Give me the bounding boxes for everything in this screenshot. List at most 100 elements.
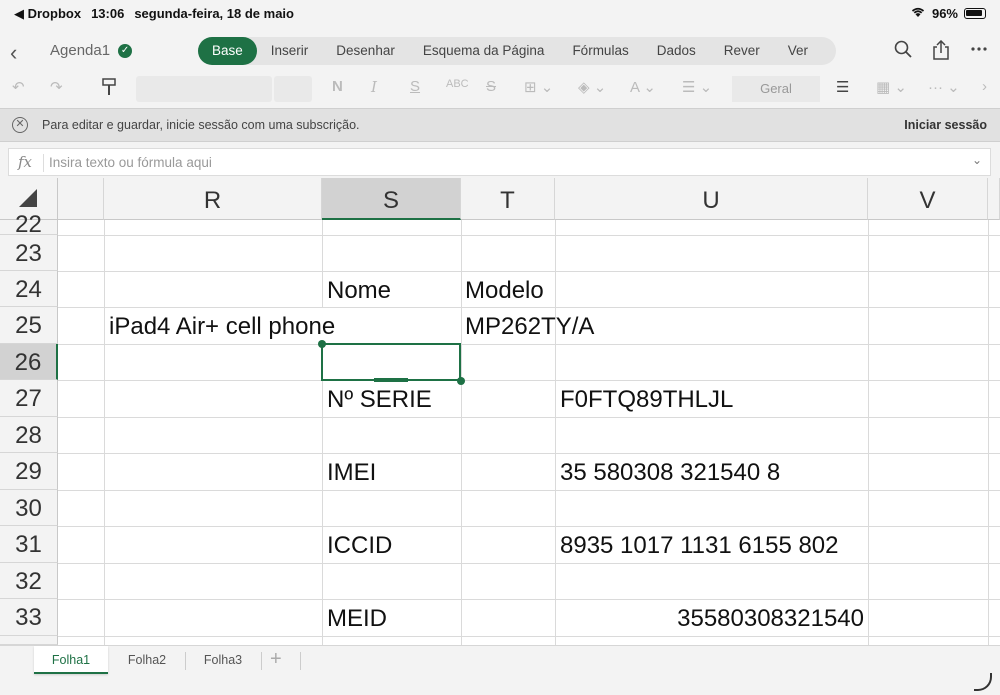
cell-s27[interactable]: Nº SERIE	[327, 382, 432, 418]
column-header-u[interactable]: U	[555, 178, 868, 220]
formula-bar[interactable]: fx Insira texto ou fórmula aqui ⌄	[8, 148, 991, 176]
selection-handle-bottom-right[interactable]	[457, 377, 465, 385]
formula-input[interactable]: Insira texto ou fórmula aqui	[49, 155, 212, 170]
cell-u33[interactable]: 35580308321540	[560, 601, 864, 637]
back-to-app-link[interactable]: ◀ Dropbox	[14, 6, 81, 22]
undo-icon[interactable]: ↶	[12, 78, 25, 96]
sheet-tab-folha1[interactable]: Folha1	[34, 646, 108, 674]
cell-u29[interactable]: 35 580308 321540 8	[560, 455, 780, 491]
column-header-t[interactable]: T	[461, 178, 555, 220]
notice-message: Para editar e guardar, inicie sessão com…	[42, 118, 360, 132]
font-size-box[interactable]	[274, 76, 312, 102]
bold-icon[interactable]: N	[332, 78, 343, 95]
gridline	[555, 220, 556, 645]
gridline	[58, 417, 1000, 418]
borders-icon[interactable]: ABC	[446, 78, 469, 90]
gridline	[58, 235, 1000, 236]
cell-r25[interactable]: iPad4 Air+ cell phone	[109, 309, 335, 345]
row-header-22[interactable]: 22	[0, 213, 58, 237]
row-header-28[interactable]: 28	[0, 417, 58, 453]
sheet-tab-folha3[interactable]: Folha3	[186, 646, 260, 674]
tab-desenhar[interactable]: Desenhar	[322, 37, 409, 65]
gridline	[461, 220, 462, 645]
cell-borders-icon[interactable]: ⊞ ⌄	[524, 78, 553, 96]
function-icon[interactable]: fx	[18, 153, 32, 171]
row-header-25[interactable]: 25	[0, 307, 58, 344]
tab-base[interactable]: Base	[198, 37, 257, 65]
wifi-icon	[910, 6, 926, 21]
number-format-box[interactable]: Geral	[732, 76, 820, 102]
strikethrough-icon[interactable]: S	[486, 78, 496, 95]
row-header-32[interactable]: 32	[0, 563, 58, 599]
close-notice-icon[interactable]: ✕	[12, 117, 28, 133]
tab-esquema-da-pagina[interactable]: Esquema da Página	[409, 37, 559, 65]
column-header-s[interactable]: S	[322, 178, 461, 220]
cell-u31[interactable]: 8935 1017 1131 6155 802	[560, 528, 839, 564]
tab-formulas[interactable]: Fórmulas	[558, 37, 642, 65]
ribbon-tabs: Base Inserir Desenhar Esquema da Página …	[198, 37, 837, 65]
row-header-29[interactable]: 29	[0, 453, 58, 490]
align-icon[interactable]: ☰ ⌄	[682, 78, 712, 96]
more-options-icon[interactable]	[970, 40, 988, 65]
format-painter-icon[interactable]	[102, 78, 116, 100]
row-header-30[interactable]: 30	[0, 490, 58, 526]
redo-icon[interactable]: ↷	[50, 78, 63, 96]
column-header-r[interactable]: R	[104, 178, 322, 220]
cell-s31[interactable]: ICCID	[327, 528, 392, 564]
add-sheet-button[interactable]: +	[270, 648, 282, 671]
gridline	[58, 271, 1000, 272]
row-header-24[interactable]: 24	[0, 271, 58, 307]
search-icon[interactable]	[894, 40, 912, 65]
document-title: Agenda1	[50, 42, 111, 59]
saved-check-icon[interactable]: ✓	[118, 43, 133, 58]
cell-s33[interactable]: MEID	[327, 601, 387, 637]
tab-rever[interactable]: Rever	[710, 37, 774, 65]
sheet-divider	[300, 652, 301, 670]
gridline	[58, 599, 1000, 600]
battery-percent: 96%	[931, 6, 958, 21]
sheet-tab-folha2[interactable]: Folha2	[110, 646, 184, 674]
gridline	[58, 490, 1000, 491]
row-header-31[interactable]: 31	[0, 526, 58, 563]
cell-s24[interactable]: Nome	[327, 273, 391, 309]
selection-drag-bar[interactable]	[374, 378, 408, 382]
font-color-icon[interactable]: A ⌄	[630, 78, 656, 96]
chevron-down-icon[interactable]: ⌄	[972, 153, 982, 167]
tab-dados[interactable]: Dados	[643, 37, 710, 65]
row-header-34[interactable]	[0, 636, 58, 645]
share-icon[interactable]	[932, 39, 950, 65]
gridline	[58, 380, 1000, 381]
italic-icon[interactable]: I	[371, 78, 377, 96]
column-header-v[interactable]: V	[868, 178, 988, 220]
gridline	[58, 453, 1000, 454]
underline-icon[interactable]: S	[410, 78, 420, 95]
subscription-notice: ✕ Para editar e guardar, inicie sessão c…	[0, 108, 1000, 142]
spreadsheet-grid[interactable]: R S T U V 22 23 24 25 26 27 28 29 30 31 …	[0, 178, 1000, 645]
row-header-23[interactable]: 23	[0, 235, 58, 271]
gridline	[58, 563, 1000, 564]
row-header-33[interactable]: 33	[0, 599, 58, 636]
selection-handle-top-left[interactable]	[318, 340, 326, 348]
cell-t25[interactable]: MP262TY/A	[465, 309, 594, 345]
gridline	[322, 220, 323, 645]
cell-u27[interactable]: F0FTQ89THLJL	[560, 382, 733, 418]
selected-cell-s26[interactable]	[321, 343, 461, 381]
more-toolbar-icon[interactable]: ··· ⌄	[928, 78, 960, 96]
font-name-box[interactable]	[136, 76, 272, 102]
column-header-w[interactable]	[988, 178, 1000, 220]
toolbar-overflow-icon[interactable]: ›	[982, 78, 987, 95]
tab-ver[interactable]: Ver	[774, 37, 822, 65]
wrap-text-icon[interactable]: ☰	[836, 78, 849, 96]
back-chevron-icon[interactable]: ‹	[10, 40, 17, 66]
column-header-q[interactable]	[58, 178, 104, 220]
conditional-format-icon[interactable]: ▦ ⌄	[876, 78, 907, 96]
tab-inserir[interactable]: Inserir	[257, 37, 323, 65]
row-header-26[interactable]: 26	[0, 344, 58, 380]
cell-s29[interactable]: IMEI	[327, 455, 376, 491]
signin-button[interactable]: Iniciar sessão	[904, 118, 987, 132]
fill-color-icon[interactable]: ◈ ⌄	[578, 78, 606, 96]
document-name[interactable]: Agenda1 ✓	[50, 42, 133, 59]
cell-t24[interactable]: Modelo	[465, 273, 544, 309]
row-header-27[interactable]: 27	[0, 380, 58, 417]
sheet-divider	[261, 652, 262, 670]
